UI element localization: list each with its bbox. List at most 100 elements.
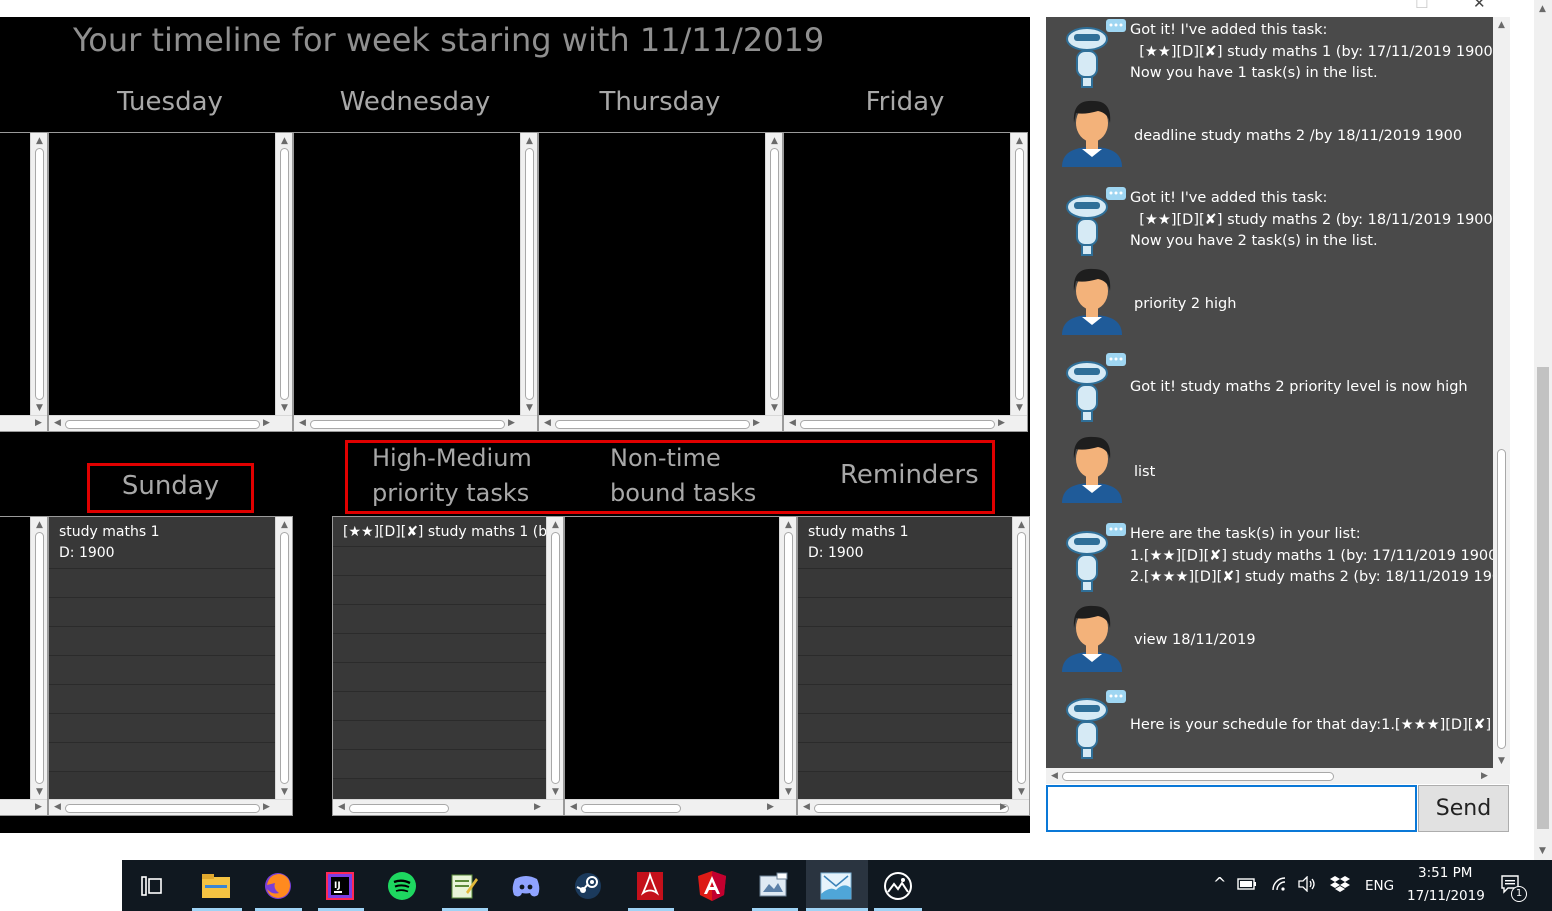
scroll-thumb[interactable] <box>35 148 44 400</box>
sunday-list[interactable]: study maths 1 D: 1900 ▲ ▼ ◀ ▶ <box>48 516 293 816</box>
scroll-down-icon[interactable]: ▼ <box>547 786 564 798</box>
scroll-left-icon[interactable]: ◀ <box>49 801 66 813</box>
scroll-thumb[interactable] <box>280 532 289 784</box>
scroll-up-icon[interactable]: ▲ <box>521 135 538 147</box>
saturday-list[interactable]: ▲ ▼ ▶ <box>0 516 48 816</box>
volume-icon[interactable] <box>1296 872 1318 896</box>
scroll-thumb[interactable] <box>1017 532 1026 784</box>
scroll-thumb[interactable] <box>35 532 44 784</box>
vertical-scrollbar[interactable]: ▲ ▼ <box>1010 133 1027 416</box>
scroll-thumb[interactable] <box>310 420 505 429</box>
scroll-thumb[interactable] <box>784 532 793 784</box>
scroll-left-icon[interactable]: ◀ <box>333 801 350 813</box>
spotify-icon[interactable] <box>386 870 418 902</box>
monday-list[interactable]: ▲ ▼ ▶ <box>0 132 48 432</box>
scroll-thumb[interactable] <box>800 420 995 429</box>
steam-icon[interactable] <box>572 870 604 902</box>
horizontal-scrollbar[interactable]: ◀ ▶ <box>333 799 563 815</box>
scroll-up-icon[interactable]: ▲ <box>31 519 48 531</box>
vertical-scrollbar[interactable]: ▲ ▼ <box>275 517 292 800</box>
scroll-left-icon[interactable]: ◀ <box>49 417 66 429</box>
horizontal-scrollbar[interactable]: ◀ ▶ <box>565 799 796 815</box>
clock-date[interactable]: 17/11/2019 <box>1407 888 1485 904</box>
scroll-left-icon[interactable]: ◀ <box>784 417 801 429</box>
wednesday-list[interactable]: ▲ ▼ ◀ ▶ <box>293 132 538 432</box>
thursday-list[interactable]: ▲ ▼ ◀ ▶ <box>538 132 783 432</box>
scroll-down-icon[interactable]: ▼ <box>31 786 48 798</box>
scroll-down-icon[interactable]: ▼ <box>276 402 293 414</box>
scroll-thumb[interactable] <box>65 420 260 429</box>
intellij-icon[interactable]: IJ <box>324 870 356 902</box>
vertical-scrollbar[interactable]: ▲ ▼ <box>520 133 537 416</box>
horizontal-scrollbar[interactable]: ◀ ▶ <box>49 415 292 431</box>
horizontal-scrollbar[interactable]: ◀ ▶ <box>49 799 292 815</box>
scroll-thumb[interactable] <box>1062 772 1334 781</box>
scroll-right-icon[interactable]: ▶ <box>748 417 765 429</box>
file-explorer-icon[interactable] <box>200 870 232 902</box>
scroll-right-icon[interactable]: ▶ <box>258 801 275 813</box>
send-button[interactable]: Send <box>1418 785 1509 832</box>
scroll-thumb[interactable] <box>555 420 750 429</box>
scroll-down-icon[interactable]: ▼ <box>780 786 797 798</box>
vertical-scrollbar[interactable]: ▲ ▼ <box>30 133 47 416</box>
battery-icon[interactable] <box>1236 872 1258 896</box>
scroll-right-icon[interactable]: ▶ <box>529 801 546 813</box>
scroll-thumb[interactable] <box>1497 449 1506 749</box>
clock-time[interactable]: 3:51 PM <box>1418 865 1472 881</box>
scroll-right-icon[interactable]: ▶ <box>995 801 1012 813</box>
duke-app-icon[interactable] <box>820 870 852 902</box>
chat-dialog-pane[interactable]: Got it! I've added this task: [★★][D][✘]… <box>1046 17 1510 769</box>
scroll-up-icon[interactable]: ▲ <box>1013 519 1030 531</box>
scroll-right-icon[interactable]: ▶ <box>30 801 47 813</box>
scroll-up-icon[interactable]: ▲ <box>1011 135 1028 147</box>
scroll-left-icon[interactable]: ◀ <box>565 801 582 813</box>
scroll-thumb[interactable] <box>814 804 1009 813</box>
maximize-icon[interactable]: ☐ <box>1415 0 1428 12</box>
language-indicator[interactable]: ENG <box>1365 878 1394 894</box>
scroll-up-icon[interactable]: ▲ <box>1493 19 1510 31</box>
scroll-down-icon[interactable]: ▼ <box>766 402 783 414</box>
discord-icon[interactable] <box>510 870 542 902</box>
horizontal-scrollbar[interactable]: ◀ ▶ <box>539 415 782 431</box>
scroll-thumb[interactable] <box>1015 148 1024 400</box>
scroll-right-icon[interactable]: ▶ <box>762 801 779 813</box>
chat-vertical-scrollbar[interactable]: ▲ ▼ <box>1493 17 1510 769</box>
scroll-right-icon[interactable]: ▶ <box>258 417 275 429</box>
scroll-up-icon[interactable]: ▲ <box>780 519 797 531</box>
scroll-down-icon[interactable]: ▼ <box>521 402 538 414</box>
scroll-left-icon[interactable]: ◀ <box>539 417 556 429</box>
scroll-right-icon[interactable]: ▶ <box>1476 770 1493 782</box>
scroll-right-icon[interactable]: ▶ <box>503 417 520 429</box>
scroll-thumb[interactable] <box>525 148 534 400</box>
vertical-scrollbar[interactable]: ▲ ▼ <box>1012 517 1029 800</box>
notepad-icon[interactable] <box>448 870 480 902</box>
horizontal-scrollbar[interactable]: ▶ <box>0 799 47 815</box>
horizontal-scrollbar[interactable]: ◀ ▶ <box>294 415 537 431</box>
scroll-down-icon[interactable]: ▼ <box>1013 786 1030 798</box>
scroll-down-icon[interactable]: ▼ <box>1011 402 1028 414</box>
task-view-icon[interactable] <box>136 870 168 902</box>
angular-icon[interactable] <box>696 870 728 902</box>
list-item[interactable]: study maths 1 D: 1900 <box>49 517 275 569</box>
scroll-thumb[interactable] <box>770 148 779 400</box>
scroll-thumb[interactable] <box>581 804 681 813</box>
scroll-up-icon[interactable]: ▲ <box>276 519 293 531</box>
horizontal-scrollbar[interactable]: ◀ ▶ <box>798 799 1029 815</box>
scroll-up-icon[interactable]: ▲ <box>547 519 564 531</box>
vertical-scrollbar[interactable]: ▲ ▼ <box>779 517 796 800</box>
scroll-up-icon[interactable]: ▲ <box>276 135 293 147</box>
dropbox-icon[interactable] <box>1329 872 1351 896</box>
camera-app-icon[interactable] <box>882 870 914 902</box>
friday-list[interactable]: ▲ ▼ ◀ ▶ <box>783 132 1028 432</box>
paint-icon[interactable] <box>758 870 790 902</box>
firefox-icon[interactable] <box>262 870 294 902</box>
scroll-up-icon[interactable]: ▲ <box>766 135 783 147</box>
scroll-thumb[interactable] <box>65 804 260 813</box>
vertical-scrollbar[interactable]: ▲ ▼ <box>546 517 563 800</box>
scroll-left-icon[interactable]: ◀ <box>294 417 311 429</box>
high-medium-priority-list[interactable]: [★★][D][✘] study maths 1 (by ▲ ▼ ◀ ▶ <box>332 516 564 816</box>
scroll-thumb[interactable] <box>349 804 449 813</box>
scroll-up-icon[interactable]: ▲ <box>1534 3 1551 15</box>
reminders-list[interactable]: study maths 1 D: 1900 ▲ ▼ ◀ ▶ <box>797 516 1030 816</box>
scroll-left-icon[interactable]: ◀ <box>1046 770 1063 782</box>
